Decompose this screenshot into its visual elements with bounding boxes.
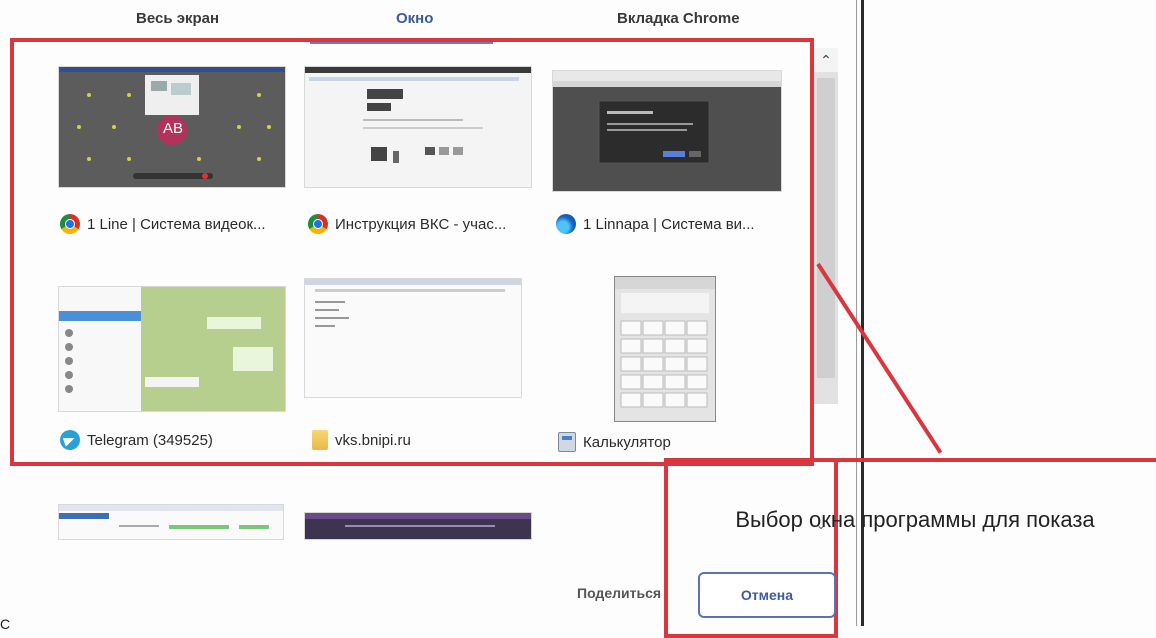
- page-text-fragment: С: [0, 616, 11, 632]
- share-button[interactable]: Поделиться: [577, 585, 661, 601]
- tab-chrome[interactable]: Вкладка Chrome: [617, 10, 740, 27]
- chevron-down-icon: ⌄: [816, 518, 827, 532]
- cancel-button[interactable]: Отмена: [698, 572, 836, 618]
- window-thumbnail-8[interactable]: [304, 512, 532, 540]
- scroll-up-arrow-icon[interactable]: ⌃: [814, 48, 838, 72]
- scrollbar[interactable]: ⌃: [814, 48, 838, 404]
- annotation-line-top: [664, 458, 1156, 462]
- partial-preview: [305, 513, 531, 527]
- tab-full-screen[interactable]: Весь экран: [136, 10, 219, 27]
- annotation-note: Выбор окна программы для показа: [735, 507, 1095, 532]
- window-thumbnail-7[interactable]: [58, 504, 284, 540]
- tab-window[interactable]: Окно: [396, 10, 433, 27]
- partial-preview: [59, 505, 283, 529]
- scrollbar-thumb[interactable]: [817, 78, 835, 378]
- annotation-frame-windows: [10, 38, 814, 466]
